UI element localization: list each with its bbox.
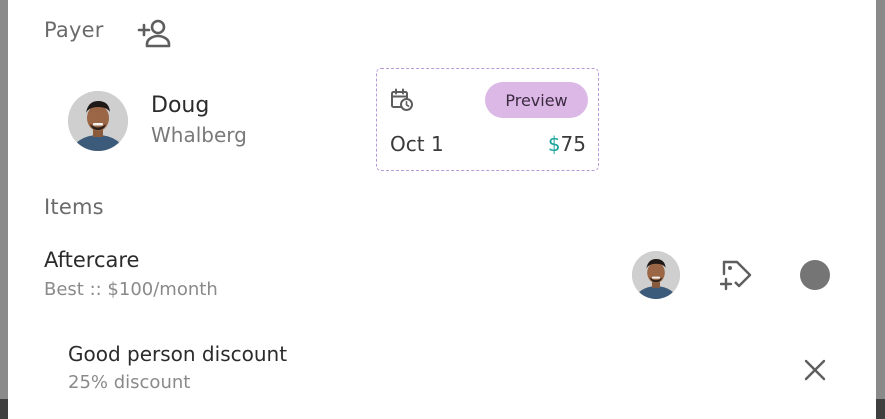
add-tag-icon bbox=[720, 260, 752, 291]
backdrop-bottom-right bbox=[876, 399, 885, 419]
remove-discount-button[interactable] bbox=[800, 355, 830, 385]
currency-symbol: $ bbox=[547, 132, 561, 156]
item-title: Aftercare bbox=[44, 248, 140, 272]
items-section-title: Items bbox=[44, 195, 104, 219]
discount-title: Good person discount bbox=[68, 342, 288, 366]
item-plan: Best :: $100/month bbox=[44, 279, 218, 300]
payer-last-name: Whalberg bbox=[151, 123, 247, 147]
add-payer-button[interactable] bbox=[134, 16, 174, 50]
item-status-dot[interactable] bbox=[800, 260, 830, 290]
calendar-clock-icon bbox=[391, 88, 413, 111]
add-discount-button[interactable] bbox=[718, 256, 756, 294]
schedule-button[interactable] bbox=[389, 87, 415, 113]
backdrop-bottom-left bbox=[0, 399, 8, 419]
person-photo-icon bbox=[632, 251, 680, 299]
person-photo-icon bbox=[68, 91, 128, 151]
preview-button[interactable]: Preview bbox=[485, 82, 588, 118]
close-icon bbox=[804, 359, 826, 381]
payment-amount: $75 bbox=[548, 132, 586, 156]
backdrop-left bbox=[0, 0, 8, 419]
person-add-icon bbox=[137, 19, 171, 48]
payer-avatar[interactable] bbox=[68, 91, 128, 151]
payer-first-name: Doug bbox=[151, 93, 210, 118]
backdrop-right bbox=[876, 0, 885, 419]
payment-schedule-card: Preview Oct 1 $75 bbox=[376, 68, 599, 171]
amount-value: 75 bbox=[560, 132, 586, 156]
payment-sheet: Payer Doug Whalberg Preview Oct 1 $75 It… bbox=[8, 0, 876, 419]
item-assignee-avatar[interactable] bbox=[632, 251, 680, 299]
payment-date: Oct 1 bbox=[390, 132, 444, 156]
discount-value: 25% discount bbox=[68, 372, 191, 393]
payer-section-title: Payer bbox=[44, 18, 104, 42]
